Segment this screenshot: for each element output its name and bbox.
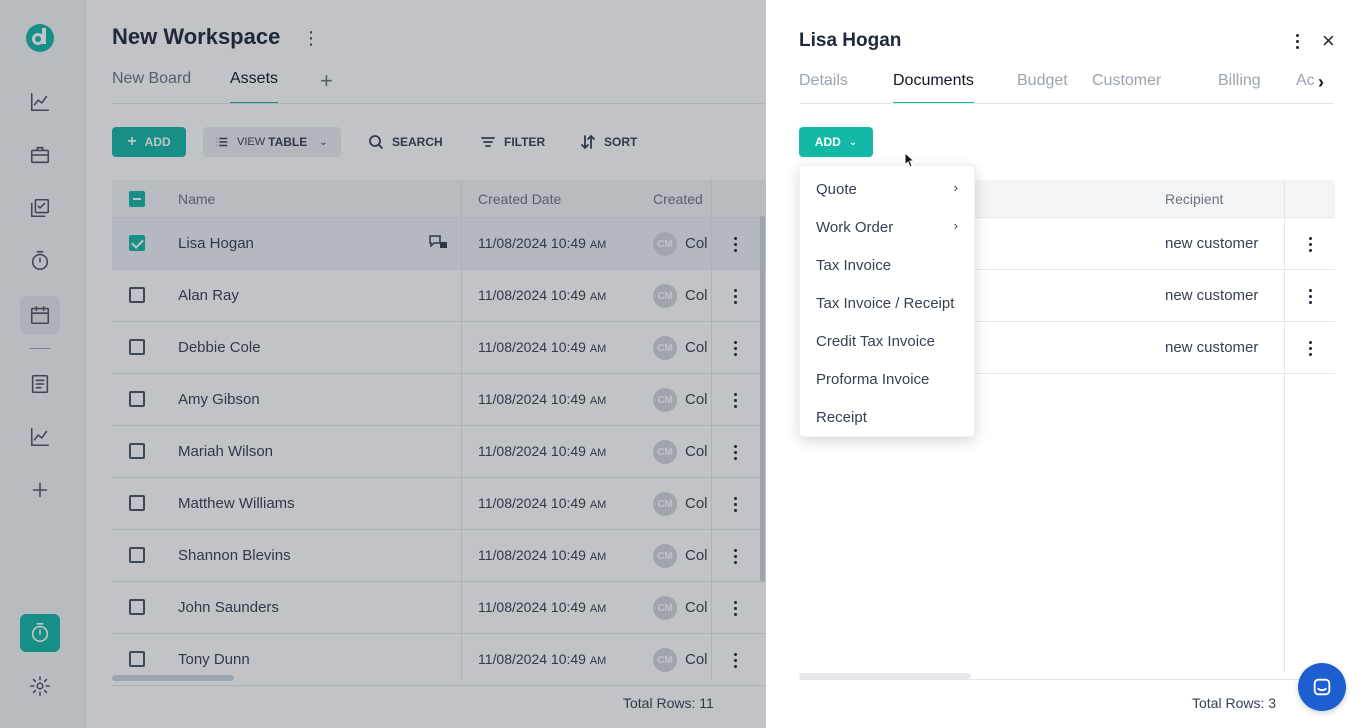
menu-item-receipt[interactable]: Receipt xyxy=(800,398,976,436)
menu-item-label: Tax Invoice xyxy=(816,256,892,274)
documents-total-rows: Total Rows: 3 xyxy=(1192,695,1277,711)
documents-add-button[interactable]: ADD ⌄ xyxy=(799,127,873,157)
menu-item-credit-tax-invoice[interactable]: Credit Tax Invoice xyxy=(800,322,976,360)
drawer-tabs-divider xyxy=(799,103,1334,104)
documents-bottom-border xyxy=(799,679,1335,680)
tab-details[interactable]: Details xyxy=(799,72,848,90)
menu-item-label: Receipt xyxy=(816,408,867,426)
menu-item-tax-invoice-receipt[interactable]: Tax Invoice / Receipt xyxy=(800,284,976,322)
cell-recipient: new customer xyxy=(1165,235,1259,252)
menu-item-label: Credit Tax Invoice xyxy=(816,332,935,350)
tab-documents[interactable]: Documents xyxy=(893,72,974,104)
menu-item-work-order[interactable]: Work Order › xyxy=(800,208,976,246)
tabs-scroll-right-icon[interactable]: › xyxy=(1318,72,1324,93)
chat-button[interactable] xyxy=(1298,663,1346,711)
chat-icon xyxy=(1313,678,1331,696)
tab-billing[interactable]: Billing xyxy=(1218,72,1261,90)
menu-item-tax-invoice[interactable]: Tax Invoice xyxy=(800,246,976,284)
chevron-down-icon: ⌄ xyxy=(848,136,858,148)
drawer-title: Lisa Hogan xyxy=(799,30,902,51)
mouse-cursor-icon xyxy=(904,152,916,168)
column-divider xyxy=(1284,180,1285,672)
menu-item-proforma-invoice[interactable]: Proforma Invoice xyxy=(800,360,976,398)
row-more-icon[interactable] xyxy=(1305,233,1315,255)
add-document-menu: Quote › Work Order › Tax Invoice Tax Invoice … xyxy=(799,165,975,437)
cell-recipient: new customer xyxy=(1165,339,1259,356)
menu-item-quote[interactable]: Quote › xyxy=(800,170,976,208)
close-icon[interactable]: × xyxy=(1322,30,1335,52)
menu-item-label: Work Order xyxy=(816,218,894,236)
menu-item-label: Tax Invoice / Receipt xyxy=(816,294,955,312)
chevron-right-icon: › xyxy=(953,218,958,233)
row-more-icon[interactable] xyxy=(1305,285,1315,307)
drawer-more-icon[interactable] xyxy=(1294,32,1300,50)
modal-overlay[interactable] xyxy=(0,0,766,728)
menu-item-label: Proforma Invoice xyxy=(816,370,930,388)
drawer-tabs: Details Documents Budget Customer Billin… xyxy=(799,72,1334,104)
documents-add-label: ADD xyxy=(814,135,841,149)
chevron-right-icon: › xyxy=(953,180,958,195)
tab-more[interactable]: Ac xyxy=(1296,72,1315,90)
menu-item-label: Quote xyxy=(816,180,857,198)
cell-recipient: new customer xyxy=(1165,287,1259,304)
tab-customer[interactable]: Customer xyxy=(1092,72,1161,90)
tab-budget[interactable]: Budget xyxy=(1017,72,1068,90)
row-more-icon[interactable] xyxy=(1305,337,1315,359)
column-recipient[interactable]: Recipient xyxy=(1165,191,1223,207)
